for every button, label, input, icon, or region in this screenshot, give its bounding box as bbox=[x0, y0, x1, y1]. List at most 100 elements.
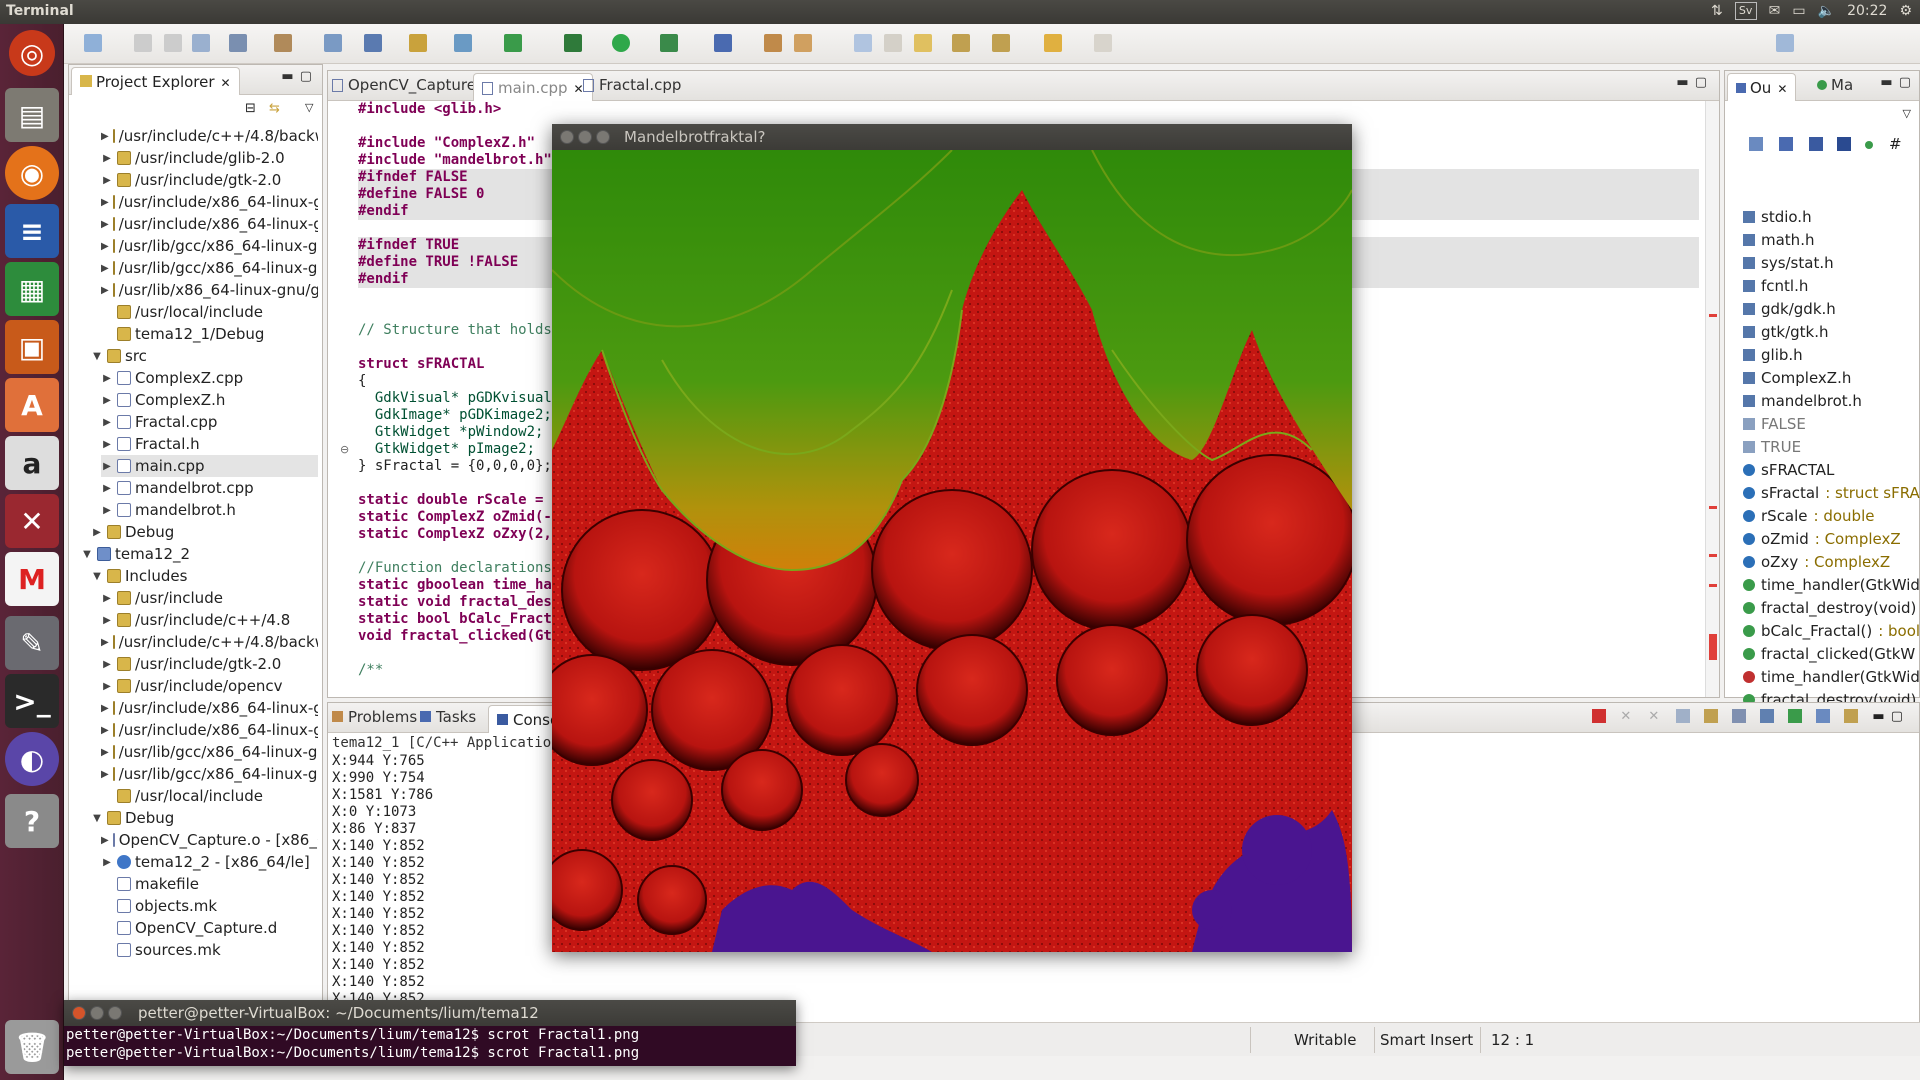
open-element-icon[interactable] bbox=[324, 34, 342, 52]
expand-arrow-icon[interactable]: ▶ bbox=[101, 285, 109, 296]
tree-item[interactable]: tema12_1/Debug bbox=[101, 323, 318, 345]
error-marker[interactable] bbox=[1709, 314, 1717, 317]
terminal-icon[interactable]: >_ bbox=[5, 674, 59, 728]
print-icon[interactable] bbox=[192, 34, 210, 52]
expand-arrow-icon[interactable]: ▶ bbox=[101, 747, 109, 758]
expand-arrow-icon[interactable]: ▼ bbox=[91, 813, 103, 824]
writer-icon[interactable]: ≡ bbox=[5, 204, 59, 258]
expand-arrow-icon[interactable]: ▶ bbox=[101, 439, 113, 450]
open-type-icon[interactable] bbox=[764, 34, 782, 52]
back-icon[interactable] bbox=[1044, 34, 1062, 52]
tree-item[interactable]: ▶ /usr/include/x86_64-linux-gn bbox=[101, 697, 318, 719]
calc-icon[interactable]: ▦ bbox=[5, 262, 59, 316]
tree-item[interactable]: ▼ src bbox=[91, 345, 318, 367]
external-tools-icon[interactable] bbox=[660, 34, 678, 52]
help-icon[interactable]: ? bbox=[5, 794, 59, 848]
error-marker[interactable] bbox=[1709, 634, 1717, 660]
expand-arrow-icon[interactable]: ▶ bbox=[101, 131, 109, 142]
outline-item[interactable]: time_handler(GtkWid bbox=[1743, 574, 1920, 596]
gmail-icon[interactable]: M bbox=[5, 552, 59, 606]
tab-make-targets[interactable]: Ma bbox=[1817, 76, 1853, 94]
outline-item[interactable]: oZxy : ComplexZ bbox=[1743, 551, 1890, 573]
tree-item[interactable]: ▶ tema12_2 - [x86_64/le] bbox=[101, 851, 318, 873]
tree-item[interactable]: ▶ /usr/include/x86_64-linux-gn bbox=[101, 719, 318, 741]
close-icon[interactable]: ✕ bbox=[1777, 82, 1787, 96]
tree-item[interactable]: ▶ /usr/lib/gcc/x86_64-linux-gnu bbox=[101, 257, 318, 279]
minimize-icon[interactable] bbox=[90, 1006, 104, 1020]
outline-item[interactable]: gdk/gdk.h bbox=[1743, 298, 1836, 320]
tree-item[interactable]: /usr/local/include bbox=[101, 301, 318, 323]
outline-item[interactable]: rScale : double bbox=[1743, 505, 1874, 527]
clear-console-icon[interactable] bbox=[1676, 709, 1691, 723]
expand-arrow-icon[interactable]: ▶ bbox=[101, 263, 109, 274]
highlight-icon[interactable] bbox=[914, 34, 932, 52]
trash-icon[interactable]: 🗑 bbox=[5, 1020, 59, 1074]
outline-item[interactable]: fcntl.h bbox=[1743, 275, 1808, 297]
expand-arrow-icon[interactable]: ▶ bbox=[101, 461, 113, 472]
tree-item[interactable]: OpenCV_Capture.d bbox=[101, 917, 318, 939]
remove-all-icon[interactable]: ✕ bbox=[1648, 709, 1662, 724]
expand-arrow-icon[interactable]: ▶ bbox=[101, 835, 109, 846]
expand-arrow-icon[interactable]: ▶ bbox=[101, 725, 109, 736]
display-console-icon[interactable] bbox=[1760, 709, 1775, 723]
error-marker[interactable] bbox=[1709, 554, 1717, 557]
close-icon[interactable]: ✕ bbox=[221, 76, 231, 90]
tree-item[interactable]: ▶ mandelbrot.h bbox=[101, 499, 318, 521]
expand-arrow-icon[interactable]: ▶ bbox=[101, 241, 109, 252]
collapse-all-icon[interactable]: ⊟ bbox=[245, 101, 256, 116]
forward-icon[interactable] bbox=[1094, 34, 1112, 52]
outline-item[interactable]: bCalc_Fractal() : bool bbox=[1743, 620, 1920, 642]
tree-item[interactable]: ▶ /usr/lib/x86_64-linux-gnu/gtl bbox=[101, 279, 318, 301]
view-menu-icon[interactable]: ▽ bbox=[305, 101, 313, 114]
expand-arrow-icon[interactable]: ▶ bbox=[101, 197, 109, 208]
new-file-icon[interactable] bbox=[454, 34, 472, 52]
tree-item[interactable]: ▶ main.cpp bbox=[101, 455, 318, 477]
error-marker[interactable] bbox=[1709, 584, 1717, 587]
outline-item[interactable]: gtk/gtk.h bbox=[1743, 321, 1829, 343]
expand-arrow-icon[interactable]: ▶ bbox=[101, 769, 109, 780]
mail-icon[interactable]: ✉ bbox=[1769, 3, 1781, 19]
tree-item[interactable]: ▶ /usr/include/gtk-2.0 bbox=[101, 169, 318, 191]
software-center-icon[interactable]: A bbox=[5, 378, 59, 432]
expand-arrow-icon[interactable]: ▶ bbox=[101, 395, 113, 406]
new-icon[interactable] bbox=[84, 34, 102, 52]
console-tab[interactable]: Tasks bbox=[420, 708, 476, 726]
eclipse-icon[interactable]: ◐ bbox=[5, 732, 59, 786]
outline-item[interactable]: oZmid : ComplexZ bbox=[1743, 528, 1901, 550]
new-project-icon[interactable] bbox=[364, 34, 382, 52]
open-console-icon[interactable] bbox=[1788, 709, 1803, 723]
project-explorer-tab[interactable]: Project Explorer ✕ bbox=[71, 67, 240, 95]
expand-arrow-icon[interactable]: ▶ bbox=[101, 659, 113, 670]
settings-icon[interactable]: ✕ bbox=[5, 494, 59, 548]
keyboard-layout-indicator[interactable]: Sv bbox=[1734, 2, 1757, 20]
tree-item[interactable]: ▶ Fractal.h bbox=[101, 433, 318, 455]
terminal-body[interactable]: petter@petter-VirtualBox:~/Documents/liu… bbox=[64, 1026, 796, 1066]
view-menu-icon[interactable]: ▽ bbox=[1903, 107, 1911, 120]
clock[interactable]: 20:22 bbox=[1847, 3, 1887, 19]
tree-item[interactable]: ▶ /usr/include/c++/4.8 bbox=[101, 609, 318, 631]
tree-item[interactable]: /usr/local/include bbox=[101, 785, 318, 807]
tree-item[interactable]: makefile bbox=[101, 873, 318, 895]
expand-arrow-icon[interactable]: ▶ bbox=[101, 681, 113, 692]
close-icon[interactable] bbox=[560, 130, 574, 144]
tree-item[interactable]: ▶ /usr/lib/gcc/x86_64-linux-gnu bbox=[101, 741, 318, 763]
fractal-window-titlebar[interactable]: Mandelbrotfraktal? bbox=[552, 124, 1352, 150]
debug-icon[interactable] bbox=[564, 34, 582, 52]
outline-item[interactable]: TRUE bbox=[1743, 436, 1801, 458]
expand-arrow-icon[interactable]: ▶ bbox=[101, 593, 113, 604]
editor-tab[interactable]: main.cpp ✕ bbox=[473, 73, 593, 101]
refresh-icon[interactable] bbox=[504, 34, 522, 52]
tree-item[interactable]: ▶ /usr/lib/gcc/x86_64-linux-gnu bbox=[101, 763, 318, 785]
expand-arrow-icon[interactable]: ▶ bbox=[101, 219, 109, 230]
console-tab[interactable]: Problems bbox=[332, 708, 417, 726]
expand-arrow-icon[interactable]: ▶ bbox=[101, 175, 113, 186]
tree-item[interactable]: ▶ /usr/include/x86_64-linux-gnu bbox=[101, 191, 318, 213]
expand-arrow-icon[interactable]: ▶ bbox=[101, 505, 113, 516]
new-console-icon[interactable] bbox=[1816, 709, 1831, 723]
pen-icon[interactable] bbox=[794, 34, 812, 52]
tree-item[interactable]: ▶ ComplexZ.h bbox=[101, 389, 318, 411]
outline-item[interactable]: sFractal : struct sFRA bbox=[1743, 482, 1920, 504]
text-editor-icon[interactable]: ✎ bbox=[5, 616, 59, 670]
expand-arrow-icon[interactable]: ▼ bbox=[81, 549, 93, 560]
toggle-mark-icon[interactable] bbox=[854, 34, 872, 52]
